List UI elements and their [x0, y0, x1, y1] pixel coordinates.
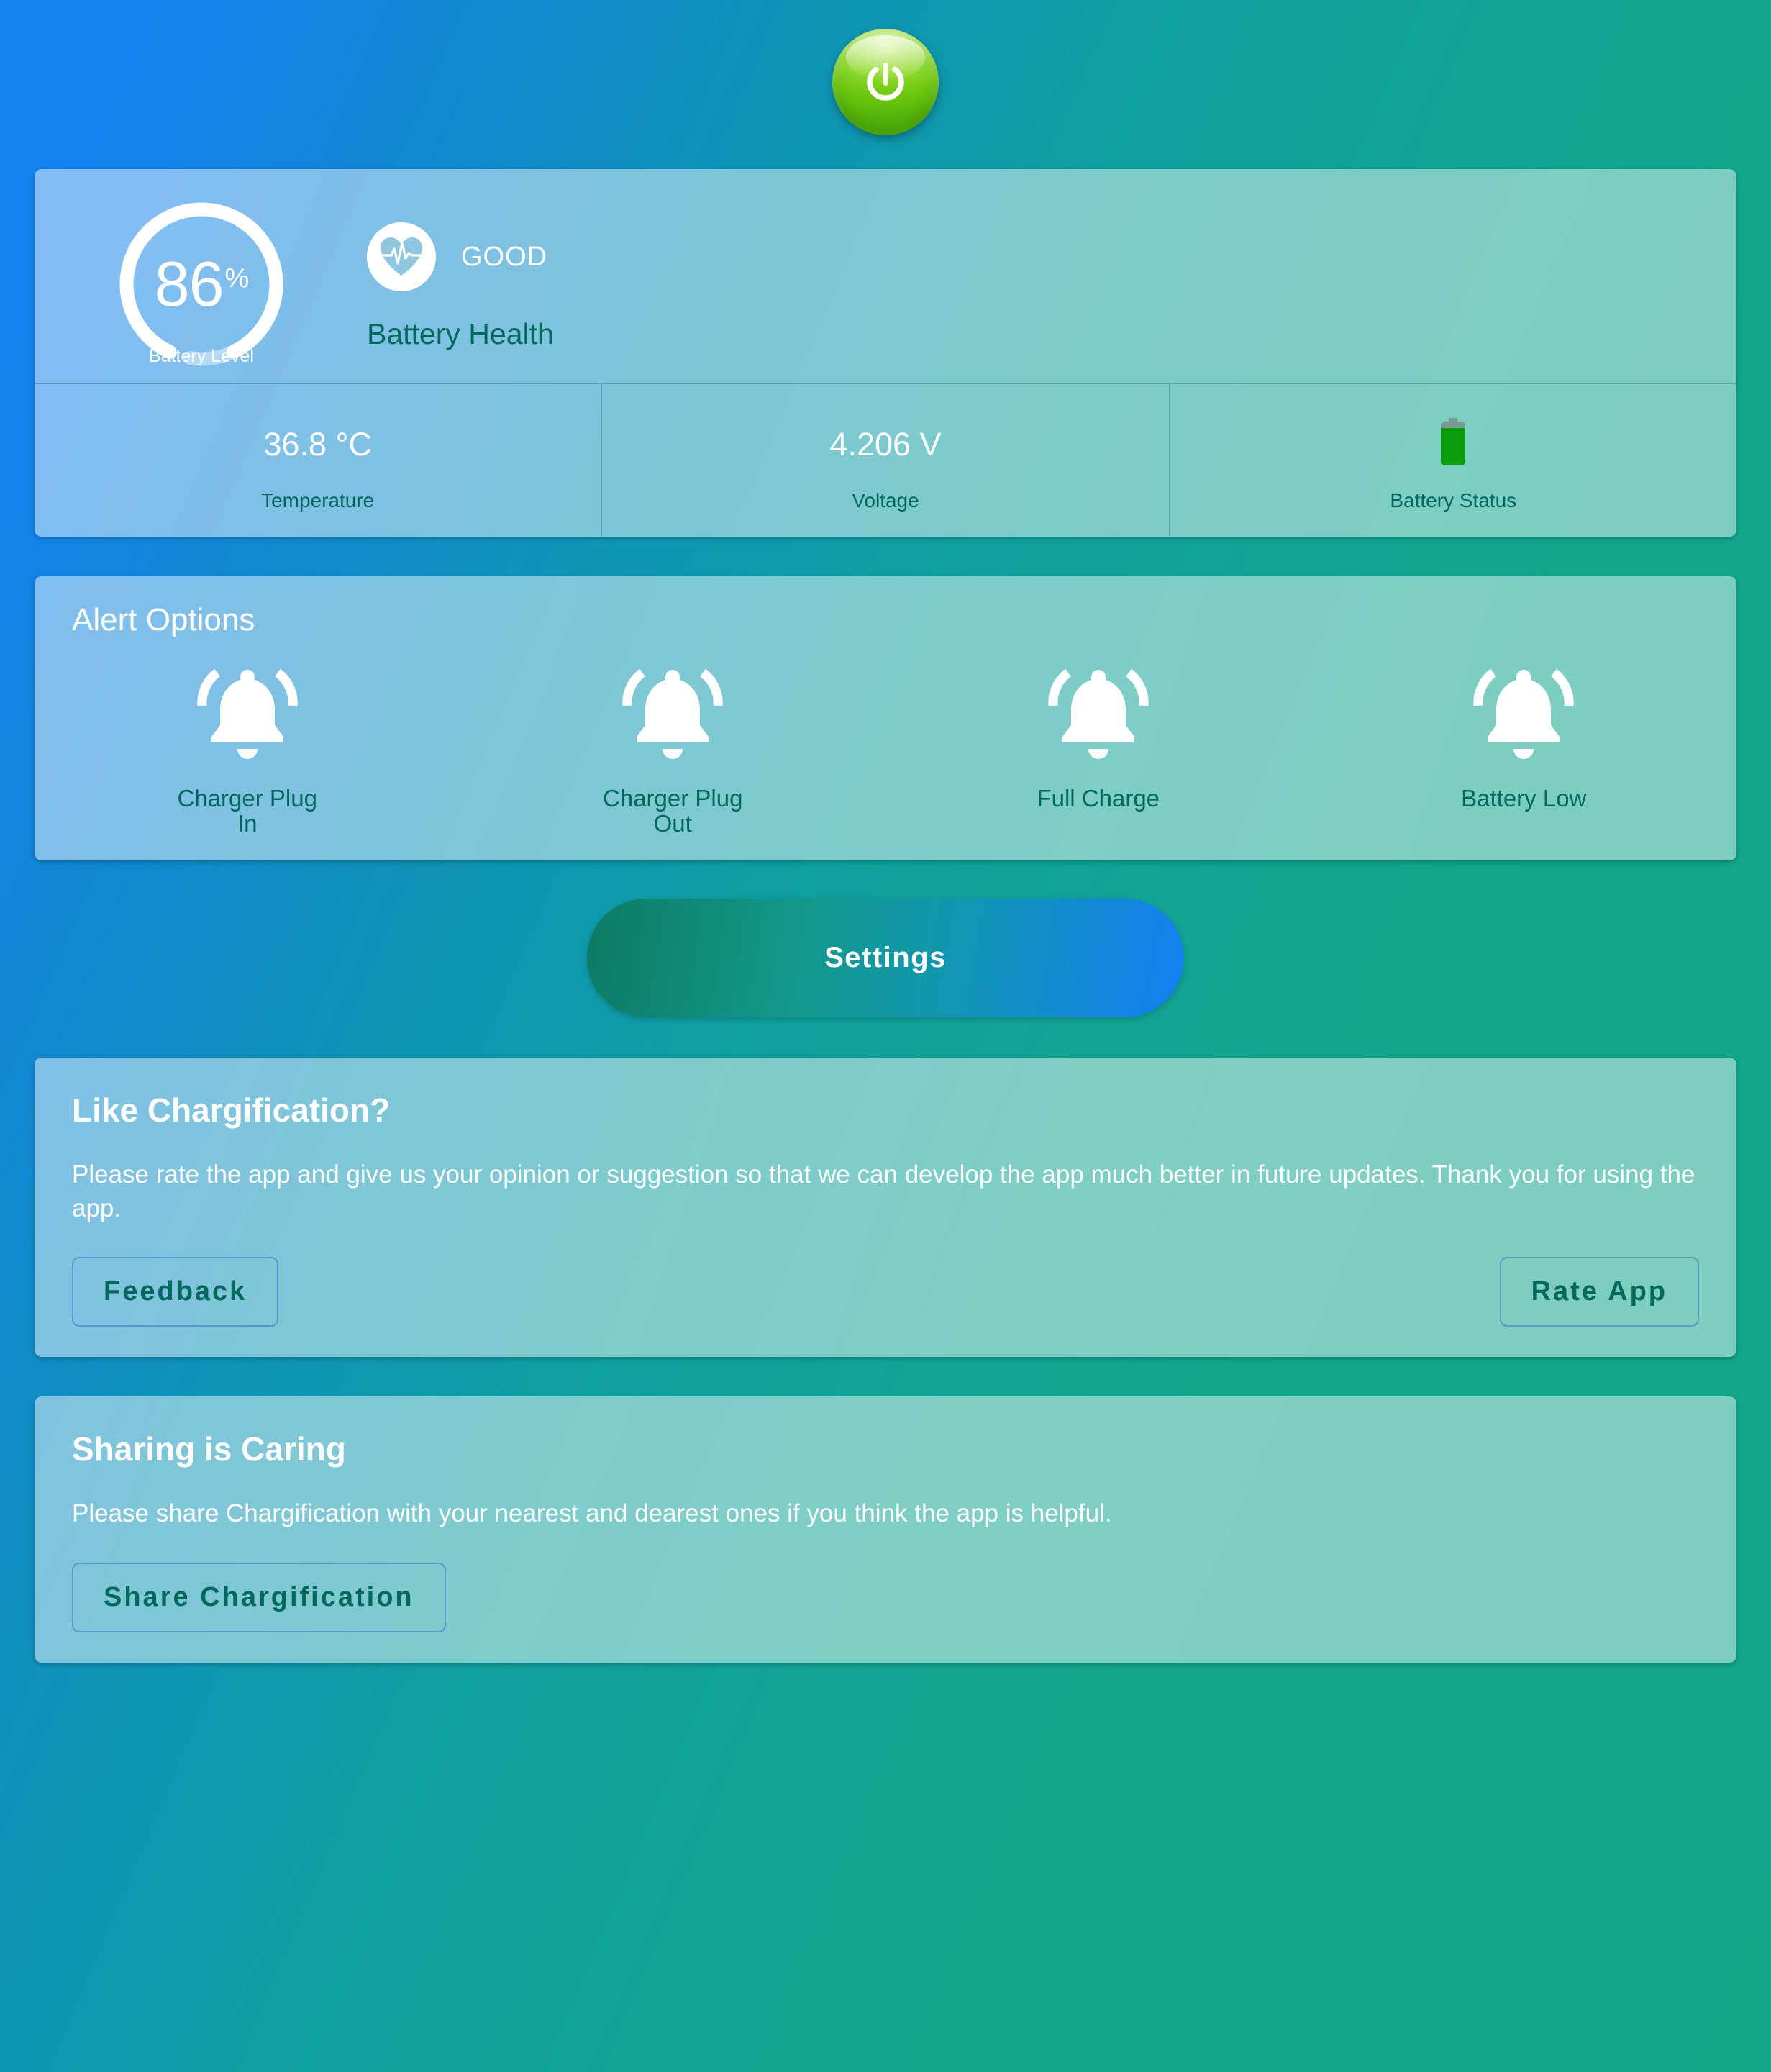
bell-icon	[197, 668, 298, 759]
alert-label: Charger Plug Out	[603, 785, 743, 837]
battery-level-caption: Battery Level	[149, 346, 254, 366]
bell-icon	[622, 668, 723, 759]
heart-pulse-icon-circle	[367, 222, 436, 291]
battery-status-label: Battery Status	[1390, 489, 1517, 512]
share-card-title: Sharing is Caring	[72, 1430, 346, 1468]
alert-item-full-charge[interactable]: Full Charge	[886, 657, 1311, 836]
battery-health-label: Battery Health	[367, 317, 554, 350]
battery-status-card: 86% Battery Level GOOD Battery Health 36…	[35, 169, 1736, 537]
rate-card-body: Please rate the app and give us your opi…	[72, 1160, 1695, 1222]
feedback-button[interactable]: Feedback	[72, 1257, 279, 1327]
share-chargification-button[interactable]: Share Chargification	[72, 1562, 446, 1632]
metric-voltage: 4.206 V Voltage	[601, 384, 1168, 537]
settings-button-area: Settings	[0, 860, 1771, 1058]
alert-label: Full Charge	[1037, 785, 1160, 812]
voltage-value: 4.206 V	[829, 426, 942, 463]
share-card: Sharing is Caring Please share Chargific…	[35, 1396, 1736, 1663]
temperature-label: Temperature	[261, 489, 375, 512]
power-button[interactable]	[832, 29, 939, 135]
status-card-top: 86% Battery Level GOOD Battery Health	[35, 169, 1736, 383]
alert-options-grid: Charger Plug In Charger Plug Out Full Ch…	[35, 657, 1736, 836]
metric-temperature: 36.8 °C Temperature	[35, 384, 601, 537]
battery-level-number: 86	[154, 248, 224, 319]
alert-item-charger-plug-out[interactable]: Charger Plug Out	[460, 657, 886, 836]
alert-item-charger-plug-in[interactable]: Charger Plug In	[35, 657, 460, 836]
heart-pulse-icon	[380, 237, 423, 276]
alert-options-title: Alert Options	[72, 602, 255, 637]
temperature-value: 36.8 °C	[263, 426, 372, 463]
power-button-area	[0, 0, 1771, 169]
alert-label: Battery Low	[1461, 785, 1587, 812]
rate-card-buttons: Feedback Rate App	[72, 1257, 1699, 1327]
alert-options-card: Alert Options Charger Plug In Charger Pl…	[35, 576, 1736, 861]
battery-level-gauge: 86% Battery Level	[43, 196, 360, 380]
battery-level-value: 86%	[43, 253, 360, 316]
voltage-label: Voltage	[852, 489, 919, 512]
share-card-body: Please share Chargification with your ne…	[72, 1499, 1112, 1528]
alert-label: Charger Plug In	[177, 785, 317, 837]
battery-health-row: GOOD	[367, 222, 554, 291]
battery-level-unit: %	[224, 263, 250, 294]
alert-item-battery-low[interactable]: Battery Low	[1311, 657, 1737, 836]
settings-button[interactable]: Settings	[587, 899, 1184, 1018]
battery-icon-wrap	[1439, 417, 1467, 471]
rate-app-button[interactable]: Rate App	[1499, 1257, 1699, 1327]
bell-icon	[1048, 668, 1149, 759]
metric-battery-status: Battery Status	[1168, 384, 1736, 537]
battery-health-status: GOOD	[461, 241, 548, 272]
power-icon	[867, 63, 904, 101]
rate-card-title: Like Chargification?	[72, 1091, 391, 1130]
bell-icon	[1473, 668, 1574, 759]
rate-app-card: Like Chargification? Please rate the app…	[35, 1058, 1736, 1358]
share-card-buttons: Share Chargification	[72, 1562, 1699, 1632]
battery-metrics-row: 36.8 °C Temperature 4.206 V Voltage Batt…	[35, 383, 1736, 537]
battery-health-block: GOOD Battery Health	[367, 222, 554, 351]
battery-icon	[1441, 417, 1466, 465]
